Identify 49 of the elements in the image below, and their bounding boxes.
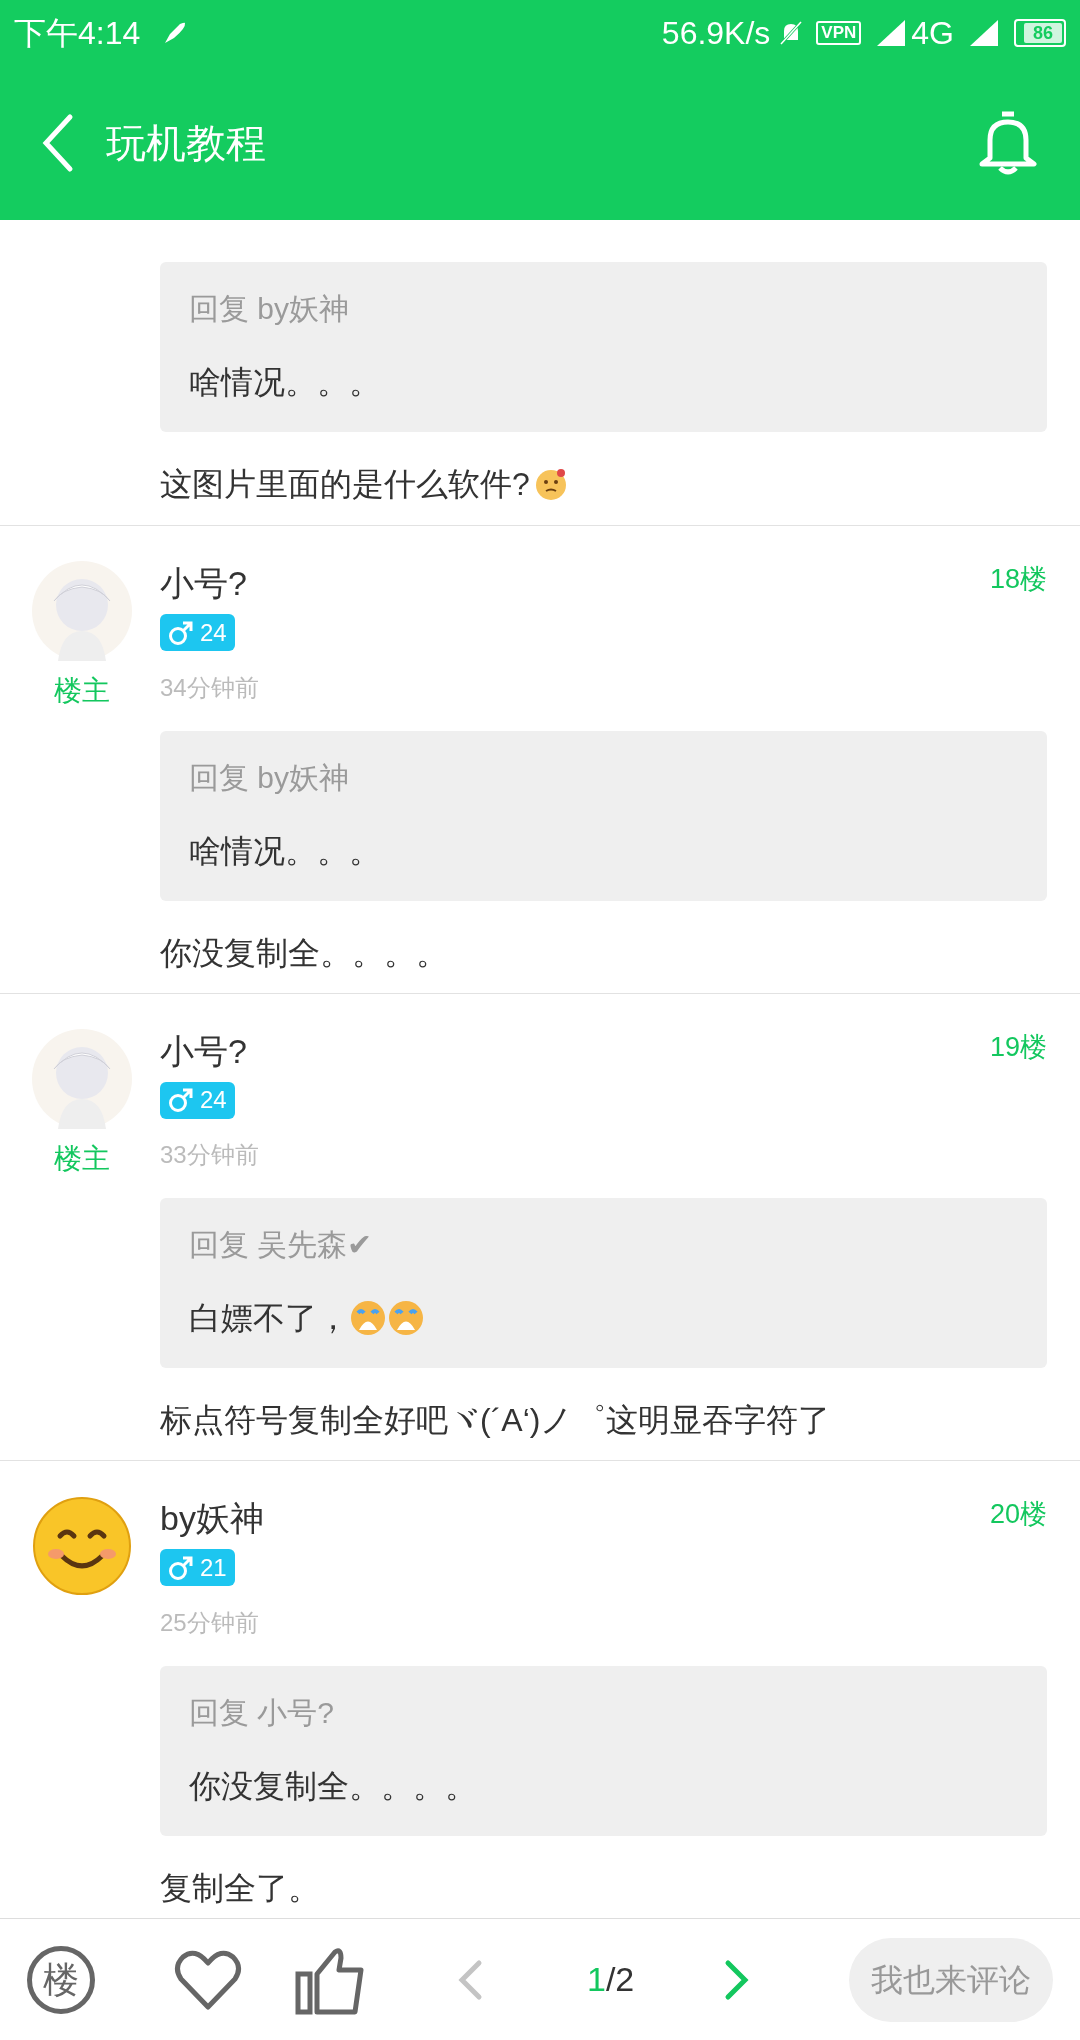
- post-time: 34分钟前: [160, 672, 260, 703]
- quoted-text: 啥情况。。。: [189, 831, 381, 871]
- user-avatar[interactable]: [32, 561, 132, 661]
- reply-target: 回复 小号?: [189, 1694, 336, 1731]
- previous-page-icon[interactable]: [457, 1958, 483, 2001]
- floor-number: 19楼: [989, 1030, 1047, 1064]
- page-indicator: 1/2: [587, 1959, 635, 2000]
- quoted-text: 你没复制全。。。。: [189, 1766, 477, 1806]
- quoted-text: 白嫖不了，: [189, 1299, 349, 1338]
- level-badge: 24: [160, 1081, 235, 1119]
- level-badge: 24: [160, 614, 235, 651]
- user-avatar[interactable]: [32, 1028, 132, 1129]
- signal-icon: [968, 18, 1000, 48]
- battery-icon: 86: [1014, 19, 1066, 47]
- comment-text: 复制全了。: [160, 1868, 320, 1908]
- comment-text: 标点符号复制全好吧ヾ(´A‘)ノ゜这明显吞字符了: [160, 1401, 831, 1440]
- comment-text: 这图片里面的是什么软件?: [160, 465, 530, 504]
- username[interactable]: 小号?: [160, 1028, 247, 1074]
- floor-number: 20楼: [989, 1498, 1047, 1531]
- emoji-icon: [349, 1299, 387, 1337]
- network-type: 4G: [911, 14, 954, 53]
- username[interactable]: 小号?: [160, 561, 247, 606]
- vpn-indicator: VPN: [816, 21, 862, 45]
- reply-target: 回复 吴先森✔: [189, 1227, 374, 1263]
- male-icon: [168, 619, 194, 646]
- floor-button[interactable]: 楼: [27, 1945, 95, 2014]
- back-icon[interactable]: [40, 113, 74, 173]
- signal-icon: [875, 18, 908, 48]
- next-page-icon[interactable]: [724, 1958, 751, 2001]
- male-icon: [168, 1554, 194, 1581]
- reply-target: 回复 by妖神: [189, 291, 351, 327]
- comment-text: 你没复制全。。。。: [160, 933, 448, 973]
- emoji-icon: [533, 467, 568, 501]
- username[interactable]: by妖神: [160, 1496, 264, 1541]
- post-time: 33分钟前: [160, 1140, 260, 1170]
- quoted-text: 啥情况。。。: [189, 363, 381, 402]
- level-badge: 21: [160, 1549, 235, 1586]
- page-title: 玩机教程: [106, 120, 266, 167]
- heart-icon[interactable]: [173, 1948, 243, 2011]
- network-speed: 56.9K/s: [661, 14, 771, 53]
- emoji-icon: [387, 1299, 425, 1337]
- reply-target: 回复 by妖神: [189, 759, 351, 796]
- smiley-avatar[interactable]: [32, 1496, 132, 1596]
- post-time: 25分钟前: [160, 1607, 260, 1638]
- op-label: 楼主: [54, 1141, 110, 1176]
- op-label: 楼主: [54, 674, 110, 708]
- floor-number: 18楼: [989, 563, 1047, 596]
- status-time: 下午4:14: [14, 14, 141, 53]
- male-icon: [168, 1087, 194, 1113]
